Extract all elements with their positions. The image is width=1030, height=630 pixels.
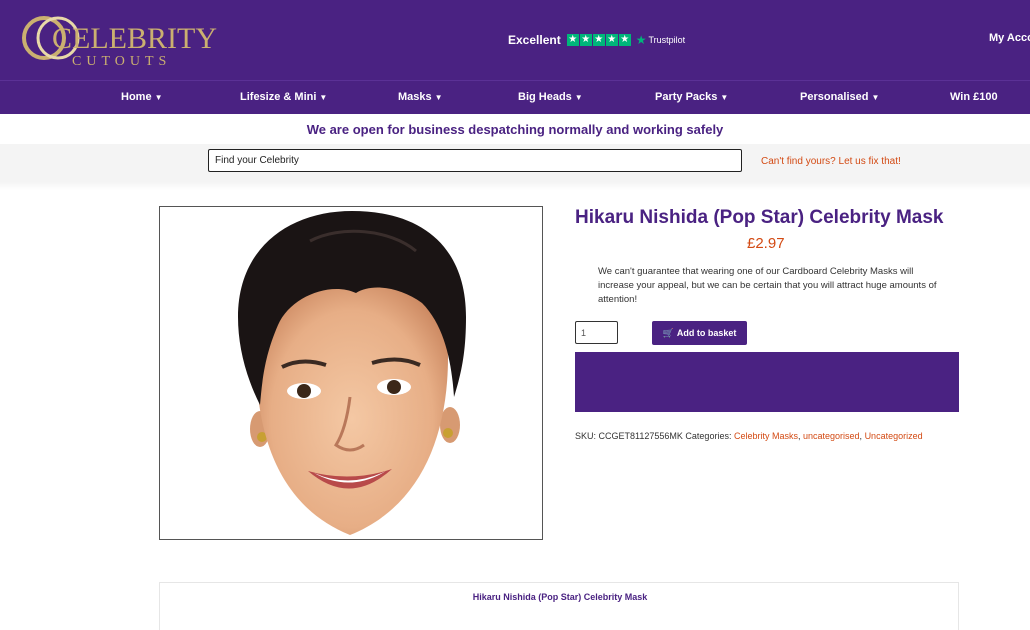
- product-price: £2.97: [747, 235, 785, 252]
- add-to-basket-button[interactable]: 🛒 Add to basket: [652, 321, 747, 345]
- trustpilot-star-icon: ★: [635, 33, 647, 47]
- rating-label: Excellent: [508, 33, 561, 47]
- chevron-down-icon: ▼: [871, 93, 880, 102]
- categories-label: Categories:: [685, 431, 732, 441]
- notice-banner: We are open for business despatching nor…: [0, 114, 1030, 144]
- sku-label: SKU:: [575, 431, 597, 441]
- quantity-input[interactable]: [575, 321, 618, 344]
- rating-stars: ★ ★ ★ ★ ★: [566, 34, 632, 46]
- nav-item-lifesize-mini[interactable]: Lifesize & Mini ▼: [240, 91, 327, 103]
- my-account-link[interactable]: My Acco: [989, 32, 1030, 44]
- add-to-basket-label: Add to basket: [676, 328, 737, 338]
- nav-item-label: Lifesize & Mini: [240, 91, 317, 103]
- nav-item-label: Home: [121, 91, 152, 103]
- category-link[interactable]: Celebrity Masks: [734, 431, 798, 441]
- product-description: We can't guarantee that wearing one of o…: [598, 266, 937, 305]
- nav-item-masks[interactable]: Masks ▼: [398, 91, 443, 103]
- nav-item-label: Big Heads: [518, 91, 572, 103]
- nav-item-personalised[interactable]: Personalised ▼: [800, 91, 879, 103]
- mask-face-illustration: [238, 211, 466, 535]
- nav-item-home[interactable]: Home ▼: [121, 91, 162, 103]
- nav-item-label: Personalised: [800, 91, 869, 103]
- divider: [0, 182, 1030, 190]
- site-header: CELEBRITY CUTOUTS Excellent ★ ★ ★ ★ ★ ★ …: [0, 0, 1030, 80]
- product-tabs-panel: Hikaru Nishida (Pop Star) Celebrity Mask: [159, 582, 959, 630]
- trustpilot-rating[interactable]: Excellent ★ ★ ★ ★ ★ ★ Trustpilot: [508, 32, 685, 48]
- logo-text-line1: CELEBRITY: [52, 22, 217, 55]
- chevron-down-icon: ▼: [319, 93, 328, 102]
- logo-text-line2: CUTOUTS: [72, 54, 171, 69]
- nav-item-party-packs[interactable]: Party Packs ▼: [655, 91, 728, 103]
- cant-find-link[interactable]: Can't find yours? Let us fix that!: [761, 156, 901, 167]
- chevron-down-icon: ▼: [574, 93, 583, 102]
- nav-item-label: Masks: [398, 91, 432, 103]
- chevron-down-icon: ▼: [720, 93, 729, 102]
- cart-icon: 🛒: [662, 327, 674, 338]
- star-icon: ★: [605, 34, 618, 46]
- notice-text: We are open for business despatching nor…: [306, 122, 724, 137]
- main-nav: Home ▼ Lifesize & Mini ▼ Masks ▼ Big Heads ▼…: [0, 80, 1030, 114]
- product-title: Hikaru Nishida (Pop Star) Celebrity Mask: [575, 207, 944, 228]
- star-icon: ★: [579, 34, 592, 46]
- category-link[interactable]: uncategorised: [803, 431, 860, 441]
- product-meta: SKU: CCGET81127556MK Categories: Celebri…: [575, 431, 923, 441]
- search-input[interactable]: [208, 149, 742, 172]
- search-bar: Can't find yours? Let us fix that!: [0, 144, 1030, 182]
- chevron-down-icon: ▼: [154, 93, 163, 102]
- site-logo[interactable]: CELEBRITY CUTOUTS: [12, 10, 217, 70]
- product-image[interactable]: [159, 206, 543, 540]
- rating-source: Trustpilot: [648, 35, 686, 45]
- star-icon: ★: [618, 34, 631, 46]
- star-icon: ★: [592, 34, 605, 46]
- promo-block: [575, 352, 959, 412]
- chevron-down-icon: ▼: [434, 93, 443, 102]
- nav-item-win[interactable]: Win £100: [950, 91, 998, 103]
- nav-item-big-heads[interactable]: Big Heads ▼: [518, 91, 583, 103]
- tabs-title: Hikaru Nishida (Pop Star) Celebrity Mask: [472, 592, 648, 602]
- nav-item-label: Win £100: [950, 91, 998, 103]
- star-icon: ★: [566, 34, 579, 46]
- category-link[interactable]: Uncategorized: [865, 431, 923, 441]
- nav-item-label: Party Packs: [655, 91, 718, 103]
- sku-value: CCGET81127556MK: [598, 431, 683, 441]
